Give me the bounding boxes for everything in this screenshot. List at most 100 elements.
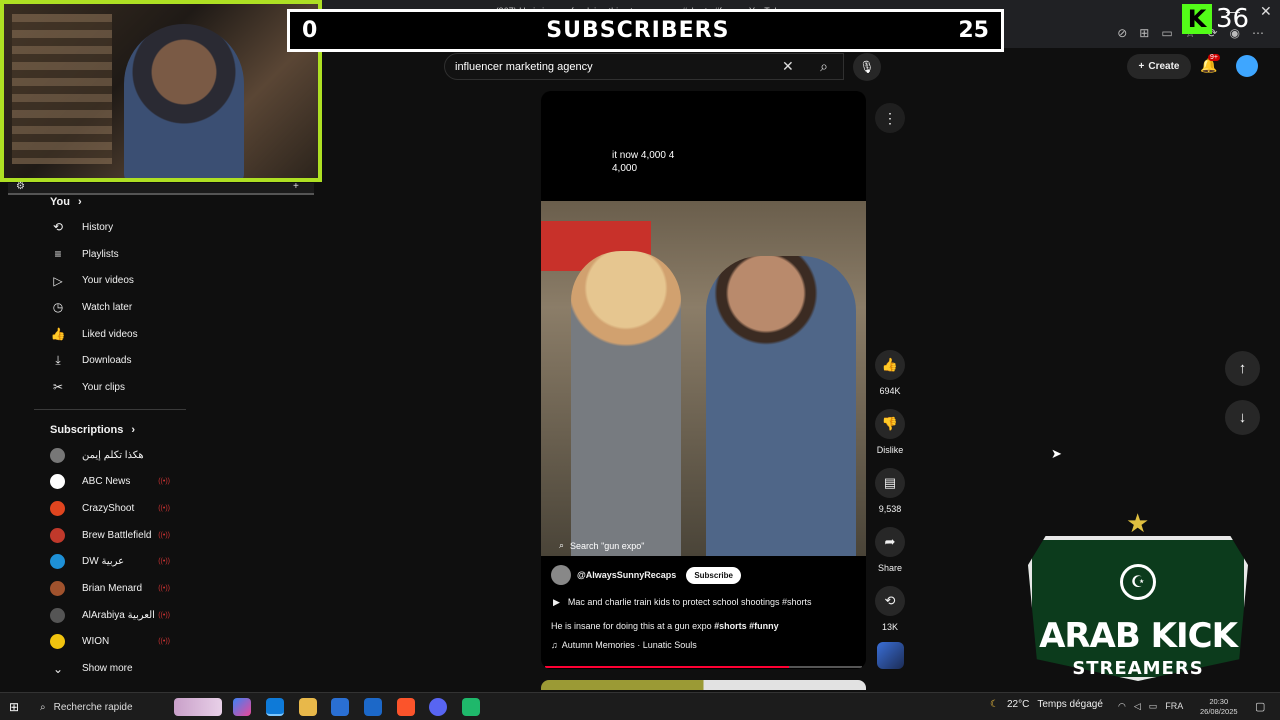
next-short-button[interactable]: ↓	[1225, 400, 1260, 435]
like-button[interactable]: 👍 694K	[870, 350, 910, 396]
discord-icon[interactable]	[429, 698, 447, 716]
create-button[interactable]: + Create	[1127, 54, 1191, 79]
system-tray[interactable]: ◠ ◁ ▭ FRA	[1118, 701, 1183, 712]
sub-goal-target: 25	[958, 18, 989, 43]
video-title: He is insane for doing this at a gun exp…	[551, 621, 779, 631]
comments-button[interactable]: ▤ 9,538	[870, 468, 910, 514]
video-title-tags[interactable]: #shorts #funny	[714, 621, 779, 631]
outlook-icon[interactable]	[364, 698, 382, 716]
remix-button[interactable]: ⟲ 13K	[870, 586, 910, 632]
play-icon: ▶	[553, 597, 560, 607]
subscription-item[interactable]: Brian Menard ((•))	[34, 575, 186, 602]
sidebar-item-your-videos[interactable]: ▷ Your videos	[34, 267, 186, 294]
search-button[interactable]: ⌕	[805, 53, 843, 80]
subscription-name: ABC News	[82, 476, 131, 488]
store-icon[interactable]	[331, 698, 349, 716]
show-more-button[interactable]: ⌄ Show more	[34, 655, 186, 682]
battery-icon: ▭	[1148, 701, 1158, 711]
live-indicator-icon: ((•))	[158, 478, 170, 486]
voice-search-button[interactable]: 🎙	[853, 53, 881, 81]
subscription-name: Brew Battlefield	[82, 529, 152, 541]
live-indicator-icon: ((•))	[158, 585, 170, 593]
arrow-down-icon: ↓	[1238, 409, 1247, 426]
share-label: Share	[877, 563, 903, 573]
taskbar-widget-icon[interactable]	[174, 698, 222, 716]
music-title: Autumn Memories · Lunatic Souls	[561, 640, 697, 650]
music-note-icon: ♫	[551, 640, 558, 650]
channel-avatar	[50, 474, 65, 490]
subscription-item[interactable]: Brew Battlefield ((•))	[34, 522, 186, 549]
subscribe-button[interactable]: Subscribe	[686, 566, 741, 584]
close-window-icon[interactable]: ✕	[1260, 3, 1272, 20]
man-figure	[706, 256, 856, 556]
channel-name[interactable]: @AlwaysSunnyRecaps	[577, 570, 676, 580]
short-video-player[interactable]: it now 4,000 4 4,000 ⌕ Search "gun expo"…	[541, 91, 866, 669]
dislike-button[interactable]: 👎 Dislike	[870, 409, 910, 455]
video-frame	[541, 201, 866, 556]
copilot-icon[interactable]	[233, 698, 251, 716]
subscription-name: AlArabiya العربية	[82, 609, 155, 621]
channel-avatar	[50, 447, 65, 463]
wifi-icon: ◠	[1118, 701, 1126, 711]
you-section-header[interactable]: You ›	[34, 190, 186, 214]
menu-icon[interactable]: ⋯	[1252, 26, 1264, 40]
logo-line1: ARAB KICK	[1039, 616, 1238, 656]
edge-icon[interactable]	[266, 698, 284, 716]
reader-icon[interactable]: ▭	[1161, 26, 1172, 40]
sidebar-item-liked-videos[interactable]: 👍 Liked videos	[34, 321, 186, 348]
sound-thumbnail[interactable]	[877, 642, 904, 669]
weather-widget[interactable]: ☾ 22°C Temps dégagé	[990, 699, 1103, 710]
subscriptions-header[interactable]: Subscriptions ›	[34, 418, 186, 442]
notifications-button[interactable]: 🔔 9+	[1200, 54, 1220, 74]
more-options-button[interactable]: ⋮	[875, 103, 905, 133]
sidebar-item-your-clips[interactable]: ✂ Your clips	[34, 374, 186, 401]
subscription-item[interactable]: AlArabiya العربية ((•))	[34, 602, 186, 629]
subscription-item[interactable]: ABC News ((•))	[34, 469, 186, 496]
create-label: Create	[1148, 61, 1180, 72]
clock[interactable]: 20:30 26/08/2025	[1200, 697, 1238, 717]
notification-center-icon[interactable]: ▢	[1255, 700, 1265, 713]
volume-icon: ◁	[1133, 701, 1141, 711]
video-progress-bar[interactable]	[545, 666, 862, 668]
app-icon[interactable]	[462, 698, 480, 716]
sidebar-item-label: History	[82, 221, 114, 233]
sidebar: You › ⟲ History ≡ Playlists ▷ Your videos ◷ Wat…	[34, 190, 186, 682]
subscription-item[interactable]: هكذا تكلم إيمن	[34, 442, 186, 469]
brave-icon[interactable]	[397, 698, 415, 716]
subscription-name: هكذا تكلم إيمن	[82, 449, 144, 461]
subscription-name: DW عربية	[82, 556, 125, 568]
playlist-link[interactable]: ▶ Mac and charlie train kids to protect …	[553, 597, 812, 608]
search-icon: ⌕	[820, 58, 828, 74]
subscriber-goal-bar: 0 SUBSCRIBERS 25	[287, 9, 1004, 52]
thumbs-down-icon: 👎	[875, 409, 905, 439]
extension-icon[interactable]: ⊘	[1117, 26, 1127, 40]
channel-avatar[interactable]	[551, 565, 571, 585]
account-avatar[interactable]	[1236, 55, 1258, 77]
history-icon: ⟲	[52, 220, 64, 235]
like-count: 694K	[879, 386, 901, 396]
previous-short-button[interactable]: ↑	[1225, 351, 1260, 386]
subscription-item[interactable]: DW عربية ((•))	[34, 549, 186, 576]
liked-icon: 👍	[50, 327, 66, 342]
search-suggestion[interactable]: ⌕ Search "gun expo"	[559, 540, 645, 551]
subscription-item[interactable]: CrazyShoot ((•))	[34, 495, 186, 522]
sidebar-item-playlists[interactable]: ≡ Playlists	[34, 241, 186, 268]
next-short-preview[interactable]	[541, 680, 866, 690]
channel-avatar	[50, 607, 65, 623]
search-query: influencer marketing agency	[455, 60, 593, 73]
grid-icon[interactable]: ⊞	[1139, 26, 1149, 40]
clear-search-icon[interactable]: ✕	[782, 58, 794, 75]
taskbar-search-placeholder: Recherche rapide	[53, 701, 133, 713]
sidebar-item-watch-later[interactable]: ◷ Watch later	[34, 294, 186, 321]
microphone-icon: 🎙	[859, 60, 875, 74]
moon-icon: ☾	[990, 699, 999, 710]
music-link[interactable]: ♫ Autumn Memories · Lunatic Souls	[551, 640, 697, 650]
channel-avatar	[50, 634, 65, 650]
share-button[interactable]: ➦ Share	[870, 527, 910, 573]
sidebar-item-downloads[interactable]: ⤓ Downloads	[34, 347, 186, 374]
sidebar-item-history[interactable]: ⟲ History	[34, 214, 186, 241]
subscriptions-label: Subscriptions	[50, 423, 124, 436]
subscription-item[interactable]: WION ((•))	[34, 629, 186, 656]
file-explorer-icon[interactable]	[299, 698, 317, 716]
windows-start-icon[interactable]: ⊞	[9, 700, 19, 714]
